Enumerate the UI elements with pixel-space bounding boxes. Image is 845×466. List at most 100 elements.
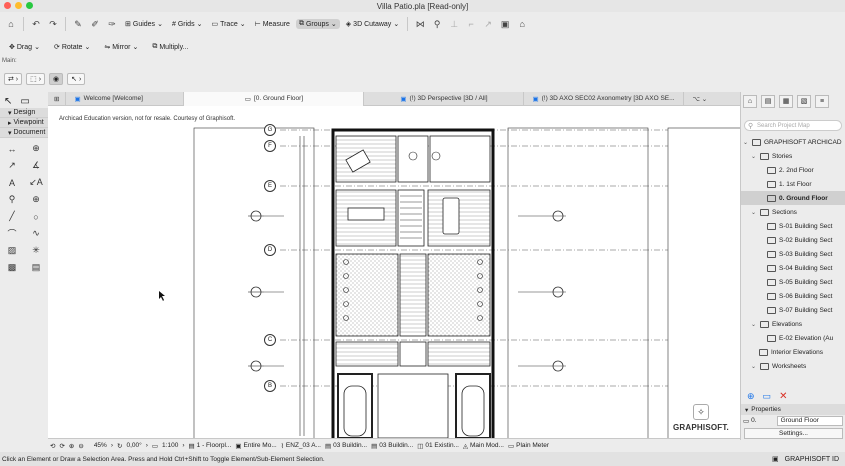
- properties-header[interactable]: ▾ Properties: [741, 404, 845, 415]
- marquee-dropdown[interactable]: ⬚ ›: [26, 73, 46, 85]
- layer-combination[interactable]: ▤ 1 - Floorpl...: [189, 442, 232, 450]
- zone-icon[interactable]: ⚲: [0, 193, 24, 206]
- tree-section-7[interactable]: S-07 Building Sect: [741, 303, 845, 317]
- text-icon[interactable]: A: [0, 176, 24, 189]
- arc-icon[interactable]: ⌒: [0, 227, 24, 240]
- navigator-menu-icon[interactable]: ≡: [815, 94, 829, 108]
- delete-icon[interactable]: ✕: [779, 391, 787, 402]
- radial-dimension-icon[interactable]: ↗: [0, 159, 24, 172]
- cutaway-button[interactable]: ◈ 3D Cutaway ⌄: [343, 19, 402, 29]
- tree-sections[interactable]: ⌄ Sections: [741, 205, 845, 219]
- structural-display[interactable]: ◫ 01 Existin...: [417, 442, 459, 450]
- mirror-button[interactable]: ⇋ Mirror ⌄: [101, 42, 141, 52]
- spline-icon[interactable]: ∿: [24, 227, 48, 240]
- renovation-filter[interactable]: ⌇ ENZ_03 A...: [281, 442, 321, 450]
- floor-plan-canvas[interactable]: Archicad Education version, not for resa…: [48, 106, 740, 438]
- grid-bubble-f[interactable]: F: [264, 140, 276, 152]
- tree-root[interactable]: ⌄ GRAPHISOFT ARCHICAD: [741, 135, 845, 149]
- project-map-icon[interactable]: ⌂: [743, 94, 757, 108]
- tree-section-6[interactable]: S-06 Building Sect: [741, 289, 845, 303]
- dimension-icon[interactable]: ↔: [0, 142, 24, 155]
- undo-icon[interactable]: ↶: [29, 17, 43, 31]
- toolbox-category-design[interactable]: ▾ Design: [0, 108, 48, 118]
- tree-section-1[interactable]: S-01 Building Sect: [741, 219, 845, 233]
- grid-bubble-e[interactable]: E: [264, 180, 276, 192]
- label-icon[interactable]: ↙A: [24, 176, 48, 189]
- inject-icon[interactable]: ✑: [105, 17, 119, 31]
- grid-bubble-g[interactable]: G: [264, 124, 276, 136]
- redo-icon[interactable]: ↷: [46, 17, 60, 31]
- angle-value[interactable]: 0,00°: [126, 442, 141, 449]
- tab-icon-grid[interactable]: ⊞: [48, 91, 67, 106]
- tree-story-0[interactable]: 0. Ground Floor: [741, 191, 845, 205]
- toolbox-category-viewpoint[interactable]: ▸ Viewpoint: [0, 118, 48, 128]
- model-view-option[interactable]: ▣ Entire Mo...: [235, 442, 276, 450]
- selection-method-dropdown[interactable]: ⇄ ›: [4, 73, 23, 85]
- grid-bubble-d[interactable]: D: [264, 244, 276, 256]
- align-icon[interactable]: ⊥: [447, 17, 461, 31]
- tab-ground-floor[interactable]: ▭ [0. Ground Floor]: [184, 91, 365, 106]
- visibility-toggle[interactable]: ◉: [49, 73, 64, 85]
- grids-button[interactable]: # Grids ⌄: [169, 19, 206, 29]
- tree-section-5[interactable]: S-05 Building Sect: [741, 275, 845, 289]
- fill-icon[interactable]: ▨: [0, 244, 24, 257]
- grid-bubble-c[interactable]: C: [264, 334, 276, 346]
- tree-section-4[interactable]: S-04 Building Sect: [741, 261, 845, 275]
- figure-icon[interactable]: ▩: [0, 261, 24, 274]
- partial-structure[interactable]: ◬ Main Mod...: [463, 442, 504, 450]
- zoom-window-button[interactable]: [26, 2, 33, 9]
- zoom-out-icon[interactable]: ⊖: [78, 442, 83, 450]
- corner-icon[interactable]: ⌐: [464, 17, 478, 31]
- view-map-icon[interactable]: ▤: [761, 94, 775, 108]
- tree-worksheets[interactable]: ⌄ Worksheets: [741, 359, 845, 373]
- groups-button[interactable]: ⧉ Groups ⌄: [295, 19, 340, 29]
- line-icon[interactable]: ╱: [0, 210, 24, 223]
- tab-welcome[interactable]: ▣ Welcome [Welcome]: [66, 91, 185, 106]
- undo-view-icon[interactable]: ⟲: [50, 442, 55, 450]
- panel-toggle-icon[interactable]: ▣: [772, 455, 779, 463]
- level-dimension-icon[interactable]: ⊕: [24, 142, 48, 155]
- arrow-tool-dropdown[interactable]: ↖ ›: [67, 73, 86, 85]
- graphic-override-2[interactable]: ▤ 03 Buildin...: [371, 442, 413, 450]
- tab-overflow[interactable]: ⌥ ⌄: [684, 92, 715, 106]
- zoom-in-icon[interactable]: ⊕: [69, 442, 74, 450]
- redo-view-icon[interactable]: ⟳: [59, 442, 64, 450]
- add-icon[interactable]: ⊕: [747, 391, 755, 402]
- tree-story-2[interactable]: 2. 2nd Floor: [741, 163, 845, 177]
- circle-icon[interactable]: ○: [24, 210, 48, 223]
- scale-value[interactable]: 1:100: [162, 442, 178, 449]
- tree-story-1[interactable]: 1. 1st Floor: [741, 177, 845, 191]
- project-map-search[interactable]: ⚲ Search Project Map: [744, 120, 842, 131]
- settings-button[interactable]: Settings...: [744, 428, 843, 439]
- tree-elevation-2[interactable]: E-02 Elevation (Au: [741, 331, 845, 345]
- eyedropper-icon[interactable]: ✐: [88, 17, 102, 31]
- property-name-field[interactable]: Ground Floor: [776, 415, 843, 426]
- marquee-tool-icon[interactable]: ▭: [20, 96, 29, 107]
- tree-interior-elevations[interactable]: Interior Elevations: [741, 345, 845, 359]
- tree-stories[interactable]: ⌄ Stories: [741, 149, 845, 163]
- measure-button[interactable]: ⊢ Measure: [252, 19, 293, 29]
- arrow-tool-icon[interactable]: ↖: [4, 96, 12, 107]
- layout-book-icon[interactable]: ▦: [779, 94, 793, 108]
- house-icon[interactable]: ⌂: [515, 17, 529, 31]
- hotspot-icon[interactable]: ✳: [24, 244, 48, 257]
- curve-icon[interactable]: ↗: [481, 17, 495, 31]
- tree-elevations[interactable]: ⌄ Elevations: [741, 317, 845, 331]
- trace-button[interactable]: ▭ Trace ⌄: [208, 19, 248, 29]
- toolbox-category-document[interactable]: ▾ Document: [0, 128, 48, 138]
- drawing-icon[interactable]: ▤: [24, 261, 48, 274]
- home-icon[interactable]: ⌂: [4, 17, 18, 31]
- dimension-standard[interactable]: ▭ Plain Meter: [508, 442, 549, 450]
- tab-3d-perspective[interactable]: ▣ (!) 3D Perspective [3D / All]: [364, 91, 525, 106]
- magic-wand-icon[interactable]: ⚲: [430, 17, 444, 31]
- drag-button[interactable]: ✥ Drag ⌄: [6, 42, 43, 52]
- close-window-button[interactable]: [4, 2, 11, 9]
- guides-button[interactable]: ⊞ Guides ⌄: [122, 19, 166, 29]
- zoom-value[interactable]: 45%: [94, 442, 107, 449]
- pick-up-icon[interactable]: ✎: [71, 17, 85, 31]
- tree-section-3[interactable]: S-03 Building Sect: [741, 247, 845, 261]
- snap-icon[interactable]: ⋈: [413, 17, 427, 31]
- rotate-button[interactable]: ⟳ Rotate ⌄: [51, 42, 93, 52]
- multiply-button[interactable]: ⧉ Multiply...: [149, 42, 191, 52]
- sparkle-icon[interactable]: ✧: [693, 404, 709, 420]
